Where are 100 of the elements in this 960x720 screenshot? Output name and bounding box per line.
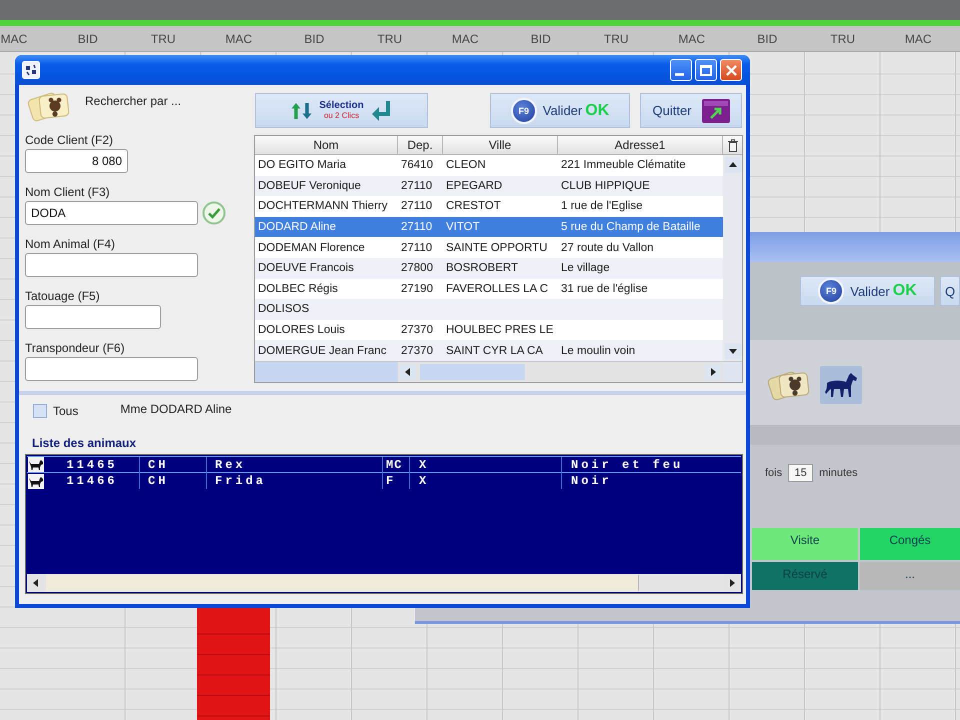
scroll-up-icon[interactable] [724,157,740,173]
field-label: Nom Client (F3) [25,185,110,200]
table-cell-text: VITOT [445,220,481,236]
day-label: TRU [150,32,176,46]
minimize-icon [675,72,684,76]
trash-icon[interactable] [728,138,738,152]
field-label: Tatouage (F5) [25,289,100,304]
table-cell-text: 27110 [400,240,434,256]
dog-icon [28,474,44,488]
table-cell-text: 27370 [400,323,434,338]
minimize-button[interactable] [670,59,692,81]
day-label: MAC [678,32,706,46]
table-row[interactable]: DOMERGUE Jean Franc 27370 SAINT CYR LA CA Le moulin voin [255,340,723,361]
legend-item[interactable]: ... [860,562,960,590]
table-row[interactable]: DODARD Aline 27110 VITOT 5 rue du Champ de Bataille [255,216,723,238]
table-cell-text: 5 rue du Champ de Bataille [560,220,702,236]
table-cell: CH [140,473,207,489]
table-row[interactable]: DOEUVE Francois 27800 BOSROBERT Le village [255,258,723,279]
checkbox-label[interactable]: Tous [53,404,78,418]
key-badge: F9 [510,98,537,124]
input-field[interactable]: 15 [788,464,814,482]
legend-item[interactable]: Congés [860,528,960,560]
quit-button[interactable]: Q [940,276,960,306]
column-header[interactable]: Adresse1 [558,136,723,154]
day-label: TRU [830,32,856,46]
dog-icon [28,457,44,472]
day-label: MAC [452,32,479,46]
table-cell-text: 27 route du Vallon [560,240,654,256]
input-field[interactable]: 8 080 [25,149,128,173]
table-cell-text: 27110 [400,220,434,236]
search-title: Rechercher par ... [85,94,182,108]
validate-button[interactable]: F9 Valider OK [490,93,630,128]
vertical-scrollbar[interactable] [723,155,742,361]
day-label: MAC [904,32,932,46]
table-cell: 11466 [45,473,140,489]
scroll-down-icon[interactable] [724,342,740,359]
day-label: TRU [604,32,629,46]
exit-icon [702,98,730,122]
scroll-left-icon[interactable] [400,364,416,380]
table-cell: MC [383,456,410,472]
table-cell-text: DODEMAN Florence [257,240,366,256]
table-cell: X [410,473,562,489]
day-label: BID [304,32,324,46]
table-cell-text: DODARD Aline [257,220,337,236]
field-label: Code Client (F2) [25,133,114,148]
app-icon[interactable] [22,61,40,79]
table-row[interactable]: DOBEUF Veronique 27110 EPEGARD CLUB HIPPIQUE [255,176,723,196]
table-cell-text: 31 rue de l'église [560,282,649,297]
table-cell-text: HOULBEC PRES LE [445,323,554,338]
table-cell-text: DOLORES Louis [257,323,346,338]
validate-button[interactable]: F9 Valider OK [800,276,935,306]
section-title: Liste des animaux [32,435,136,451]
table-cell-text: 1 rue de l'Eglise [560,199,644,214]
maximize-button[interactable] [695,59,717,81]
check-icon[interactable] [202,201,226,225]
table-cell-text: DOMERGUE Jean Franc [257,344,388,359]
maximize-icon [700,64,712,76]
table-cell: X [410,456,562,472]
scroll-right-icon[interactable] [705,364,721,380]
input-field[interactable] [25,305,161,329]
key-badge: F9 [818,278,844,304]
table-cell: 11465 [45,456,140,472]
horse-icon[interactable] [820,366,862,404]
column-header[interactable]: Ville [443,136,558,154]
field-label: Transpondeur (F6) [25,341,125,356]
table-cell-text: Noir [570,473,613,489]
day-label: BID [530,32,551,46]
table-cell: F [383,473,410,489]
table-cell-text: EPEGARD [445,178,504,194]
table-row[interactable]: 11466 CH Frida F X Noir [27,473,741,490]
quit-button[interactable]: Quitter [640,93,742,128]
column-header[interactable]: Dep. [398,136,443,154]
table-cell: CH [140,456,207,472]
checkbox[interactable] [33,404,47,418]
table-cell-text: 27110 [400,178,434,194]
owner-name: Mme DODARD Aline [120,402,232,416]
field-label: Nom Animal (F4) [25,237,116,252]
table-row[interactable]: DOLISOS [255,299,723,320]
selection-button[interactable]: Sélection ou 2 Clics [255,93,428,128]
table-row[interactable]: 11465 CH Rex MC X Noir et feu [27,456,741,473]
scrollbar-thumb[interactable] [46,575,639,591]
table-cell-text: 27190 [400,282,434,297]
table-cell-text: SAINTE OPPORTU [445,240,548,256]
table-cell-text: 27800 [400,261,434,276]
legend-item[interactable]: Visite [752,528,858,560]
horizontal-scrollbar[interactable] [398,362,723,382]
input-field[interactable] [25,253,198,277]
table-cell-text: 221 Immeuble Clématite [560,158,687,174]
enter-arrow-icon [370,100,392,122]
input-field[interactable]: DODA [25,201,198,225]
scrollbar-thumb[interactable] [420,364,525,380]
horizontal-scrollbar[interactable] [27,574,741,592]
table-cell-text: DOBEUF Veronique [257,178,362,194]
sort-arrows-icon [291,102,314,120]
table-cell-text: DO EGITO Maria [257,158,347,174]
input-field[interactable] [25,357,198,381]
close-button[interactable] [720,59,742,81]
close-icon [726,64,736,76]
table-cell-text: CLUB HIPPIQUE [560,178,651,194]
column-header[interactable]: Nom [255,136,398,154]
